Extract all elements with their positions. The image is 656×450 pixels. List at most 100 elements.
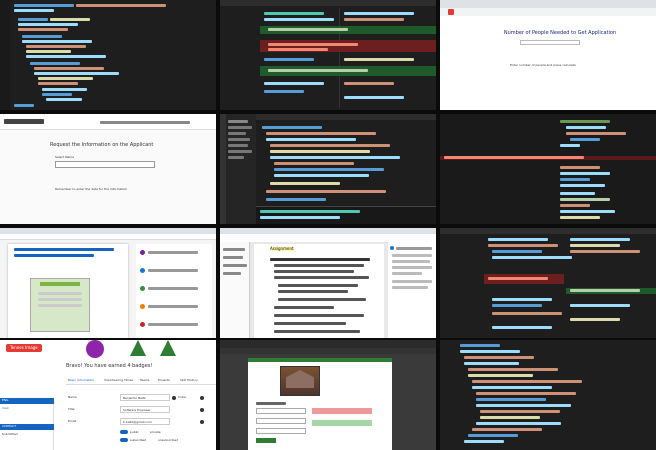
text-line [344,12,414,15]
tile-browser-landscape-form[interactable] [220,340,436,450]
form-input[interactable] [256,428,306,434]
nav-links[interactable] [100,121,190,124]
text-line [18,28,68,31]
text-line [148,251,198,254]
text-line [266,138,356,141]
info-icon[interactable] [200,408,204,412]
text-line [560,198,610,201]
text-line [560,192,595,195]
profile-tabs[interactable]: Basic Information Volunteering Times Tea… [66,377,216,385]
text-line [26,45,86,48]
tab-teams[interactable]: Teams [140,379,150,382]
text-line [570,238,630,241]
text-line [476,404,571,407]
info-icon[interactable] [200,396,204,400]
text-line [464,440,504,443]
browser-tabbar[interactable] [220,340,436,348]
browser-tabbar[interactable] [440,0,656,8]
title-input[interactable]: Software Engineer [120,406,170,413]
tile-browser-number-of-people[interactable]: Number of People Needed to Get Applicati… [440,0,656,110]
tile-vscode-diff-red-lines[interactable] [440,228,656,338]
text-line [264,90,304,93]
name-input[interactable]: Benjamin Baltz [120,394,170,401]
text-line [14,248,114,251]
tile-word-document-assignment[interactable]: Assignment [220,228,436,338]
text-line [228,138,250,141]
editor-tabs[interactable] [440,228,656,234]
editor-tabs[interactable] [256,114,436,120]
text-line [570,138,600,141]
browser-addressbar[interactable] [440,8,656,16]
people-input[interactable] [520,40,580,45]
sidebar-item[interactable]: Submitted [2,433,18,436]
text-line [22,40,92,43]
page-title: Number of People Needed to Get Applicati… [503,30,617,36]
browser-favicon [448,9,454,15]
text-line [468,368,558,371]
tab-projects[interactable]: Projects [158,379,170,382]
browser-addressbar[interactable] [220,348,436,354]
tile-vscode-code-editor-1[interactable] [0,0,216,110]
text-line [488,244,558,247]
avatar [140,250,145,255]
text-line [492,256,572,259]
visibility-toggle[interactable] [120,430,128,434]
text-line [468,434,518,437]
tab-volunteering-times[interactable]: Volunteering Times [104,379,133,382]
sidebar-item[interactable]: mail [2,407,8,410]
form-input[interactable] [256,418,306,424]
text-line [492,250,542,253]
text-line [396,247,432,250]
text-line [560,204,590,207]
sidebar-item[interactable]: ENG [2,399,8,402]
tab-basic-information[interactable]: Basic Information [68,379,94,382]
tile-vscode-code-editor-2[interactable] [440,340,656,450]
doc-ribbon[interactable] [220,234,436,242]
text-line [570,250,640,253]
text-line [560,184,605,187]
explorer-panel[interactable] [226,114,256,224]
text-line [464,356,534,359]
text-line [264,12,324,15]
text-line [22,35,62,38]
toggle-label-subscribed: subscribed [130,438,147,442]
info-icon[interactable] [172,396,176,400]
tile-vscode-explorer-editor[interactable] [220,114,436,224]
text-line [274,168,384,171]
text-line [268,28,348,31]
tile-vscode-diff-view[interactable] [220,0,436,110]
text-line [492,326,552,329]
text-line [223,248,245,251]
text-line [223,264,247,267]
text-line [570,289,640,292]
name-select[interactable] [55,161,155,168]
sidebar-item[interactable]: CONTACT [2,425,16,428]
text-line [14,104,34,107]
text-line [46,98,82,101]
email-input[interactable]: b.baltz@gmail.com [120,418,170,425]
tile-terminal-dark-editor[interactable] [440,114,656,224]
line-numbers [0,0,10,110]
info-icon[interactable] [200,420,204,424]
doc-toolbar[interactable] [0,234,216,240]
form-input[interactable] [256,408,306,414]
terminal-panel[interactable] [256,206,436,224]
tile-browser-document-editor[interactable] [0,228,216,338]
text-line [270,150,370,153]
submit-button[interactable] [256,438,276,443]
text-line [228,120,248,123]
tile-profile-badges-page[interactable]: Tennes Image Bravo! You have earned 4 ba… [0,340,216,450]
tab-skill-history[interactable]: Skill History [180,379,198,382]
tile-browser-form-page[interactable]: Request the Information on the Applicant… [0,114,216,224]
editor-tabs[interactable] [220,0,436,6]
avatar [140,322,145,327]
tennes-image-button[interactable]: Tennes Image [6,344,42,352]
text-line [560,216,600,219]
text-line [256,402,286,405]
text-line [42,93,72,96]
subscribe-toggle[interactable] [120,438,128,442]
avatar [140,304,145,309]
text-line [228,126,252,129]
text-line [26,50,71,53]
doc-heading: Assignment [270,246,294,251]
